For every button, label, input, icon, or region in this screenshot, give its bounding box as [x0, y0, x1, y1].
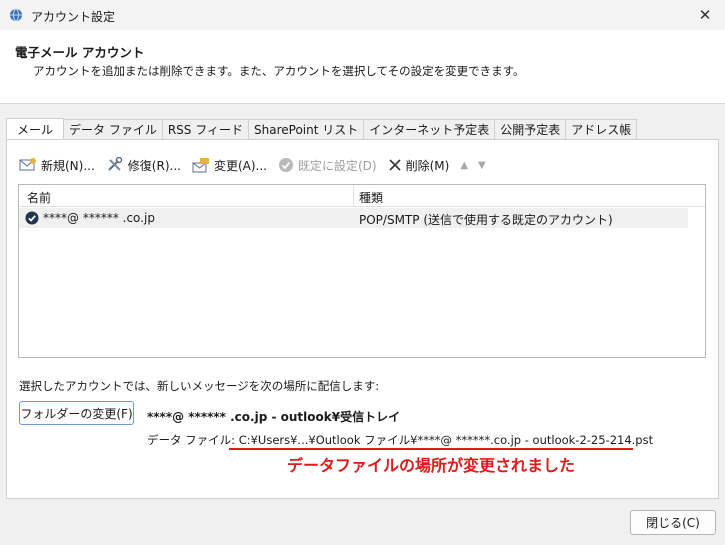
change-folder-button[interactable]: フォルダーの変更(F) [19, 401, 134, 425]
header-panel: 電子メール アカウント アカウントを追加または削除できます。また、アカウントを選… [0, 30, 725, 104]
mail-tab-panel: 新規(N)... 修復(R)... 変更(A)... 既定に設定(D) 削除(M… [6, 139, 719, 499]
repair-tools-icon [108, 157, 123, 171]
change-account-button[interactable]: 変更(A)... [192, 157, 267, 174]
delivery-location-label: 選択したアカウントでは、新しいメッセージを次の場所に配信します: [19, 379, 380, 393]
tab-internet-calendars[interactable]: インターネット予定表 [363, 119, 496, 140]
annotation-text: データファイルの場所が変更されました [287, 456, 576, 475]
set-default-label: 既定に設定(D) [297, 158, 377, 173]
annotation-underline [229, 448, 633, 450]
accounts-list: 名前 種類 ****@ ****** .co.jp POP/SMTP (送信で使… [18, 184, 706, 358]
change-account-icon [192, 158, 209, 173]
new-account-button[interactable]: 新規(N)... [19, 157, 95, 174]
delete-x-icon [389, 159, 401, 171]
delivery-folder-path: ****@ ****** .co.jp - outlook¥受信トレイ [147, 410, 401, 424]
account-row[interactable]: ****@ ****** .co.jp POP/SMTP (送信で使用する既定の… [19, 208, 688, 228]
data-file-path: C:¥Users¥...¥Outlook ファイル¥****@ ******.c… [238, 433, 654, 447]
close-button[interactable]: 閉じる(C) [630, 510, 716, 535]
tab-rss-feeds[interactable]: RSS フィード [161, 119, 249, 140]
window-title: アカウント設定 [31, 10, 116, 24]
default-account-check-icon [25, 211, 39, 228]
accounts-list-header: 名前 種類 [19, 185, 705, 207]
move-down-icon[interactable]: ▼ [478, 160, 486, 171]
new-mail-icon [19, 158, 36, 171]
checkmark-circle-icon [278, 158, 293, 172]
account-settings-icon [9, 8, 23, 22]
repair-account-button[interactable]: 修復(R)... [106, 157, 181, 174]
change-account-label: 変更(A)... [213, 158, 267, 173]
header-title: 電子メール アカウント [15, 45, 145, 60]
tab-sharepoint-lists[interactable]: SharePoint リスト [248, 119, 365, 140]
account-toolbar: 新規(N)... 修復(R)... 変更(A)... 既定に設定(D) 削除(M… [19, 155, 496, 175]
delete-account-button[interactable]: 削除(M) [388, 157, 450, 174]
tab-data-files[interactable]: データ ファイル [63, 119, 163, 140]
data-file-label: データ ファイル: [147, 433, 239, 447]
column-divider[interactable] [353, 185, 354, 207]
window-close-button[interactable]: ✕ [685, 0, 725, 30]
data-file-row: データ ファイル: C:¥Users¥...¥Outlook ファイル¥****… [147, 432, 653, 448]
tab-address-books[interactable]: アドレス帳 [565, 119, 638, 140]
column-header-name[interactable]: 名前 [27, 189, 51, 206]
delete-account-label: 削除(M) [405, 158, 450, 173]
account-name: ****@ ****** .co.jp [43, 211, 155, 225]
column-header-type[interactable]: 種類 [359, 189, 383, 206]
tab-published-calendars[interactable]: 公開予定表 [494, 119, 567, 140]
new-account-label: 新規(N)... [41, 158, 95, 173]
account-type: POP/SMTP (送信で使用する既定のアカウント) [359, 213, 613, 227]
header-description: アカウントを追加または削除できます。また、アカウントを選択してその設定を変更でき… [33, 64, 525, 78]
tab-strip: メール データ ファイル RSS フィード SharePoint リスト インタ… [6, 118, 638, 140]
repair-account-label: 修復(R)... [127, 158, 181, 173]
title-bar: アカウント設定 ✕ [0, 0, 725, 30]
set-default-button[interactable]: 既定に設定(D) [278, 157, 377, 174]
move-up-icon[interactable]: ▲ [460, 160, 468, 171]
tab-mail[interactable]: メール [6, 118, 65, 140]
